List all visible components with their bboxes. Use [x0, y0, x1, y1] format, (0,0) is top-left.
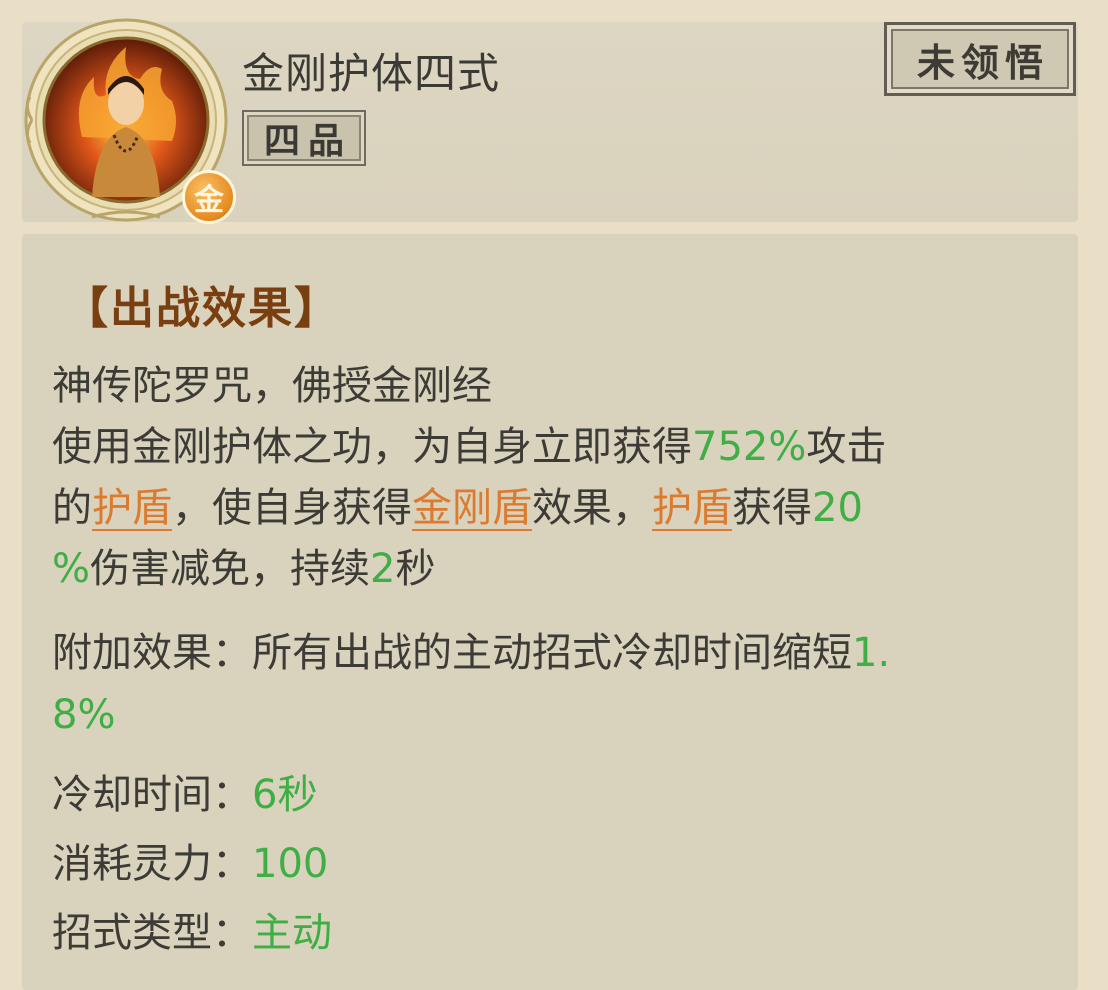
duration-value: 2	[370, 546, 396, 592]
cooldown-reduction-value-cont: 8%	[52, 692, 116, 738]
cost-label: 消耗灵力：	[52, 841, 252, 887]
effect-line: 的护盾，使自身获得金刚盾效果，护盾获得20	[52, 478, 1052, 539]
cooldown-stat: 冷却时间：6秒	[52, 770, 317, 820]
cost-value: 100	[252, 841, 329, 887]
effect-line: 神传陀罗咒，佛授金刚经	[52, 356, 1052, 417]
type-value: 主动	[252, 910, 332, 956]
comprehension-status-badge: 未领悟	[884, 22, 1076, 96]
shield-keyword-link-2[interactable]: 护盾	[652, 485, 732, 531]
desc-text: 攻击	[806, 424, 887, 470]
effect-line: %伤害减免，持续2秒	[52, 539, 1052, 600]
vajra-shield-keyword-link[interactable]: 金刚盾	[412, 485, 532, 531]
desc-text: 秒	[395, 546, 436, 592]
damage-reduction-value: 20	[812, 485, 863, 531]
extra-effect-label: 附加效果：所有出战的主动招式冷却时间缩短	[52, 630, 852, 676]
cooldown-value: 6秒	[252, 772, 318, 818]
effect-description: 神传陀罗咒，佛授金刚经 使用金刚护体之功，为自身立即获得752%攻击 的护盾，使…	[52, 356, 1052, 600]
flavor-text: 神传陀罗咒，佛授金刚经	[52, 363, 492, 409]
cooldown-label: 冷却时间：	[52, 772, 252, 818]
tier-badge: 四品	[242, 110, 366, 166]
desc-text: 获得	[732, 485, 812, 531]
type-label: 招式类型：	[52, 910, 252, 956]
grade-badge: 金	[182, 170, 236, 224]
desc-text: 的	[52, 485, 92, 531]
skill-name: 金刚护体四式	[242, 49, 501, 98]
desc-text: 伤害减免，持续	[90, 546, 371, 592]
extra-effect: 附加效果：所有出战的主动招式冷却时间缩短1. 8%	[52, 622, 1052, 746]
type-stat: 招式类型：主动	[52, 908, 332, 958]
battle-effect-title: 【出战效果】	[64, 283, 340, 334]
cost-stat: 消耗灵力：100	[52, 839, 328, 889]
desc-text: ，使自身获得	[172, 485, 412, 531]
effect-line: 使用金刚护体之功，为自身立即获得752%攻击	[52, 417, 1052, 478]
cooldown-reduction-value: 1.	[852, 630, 891, 676]
skill-portrait[interactable]: 金	[22, 17, 236, 224]
desc-text: 使用金刚护体之功，为自身立即获得	[52, 424, 692, 470]
shield-percent-value: 752%	[692, 424, 807, 470]
shield-keyword-link[interactable]: 护盾	[92, 485, 172, 531]
desc-text: 效果，	[532, 485, 652, 531]
damage-reduction-percent-sign: %	[52, 546, 91, 592]
